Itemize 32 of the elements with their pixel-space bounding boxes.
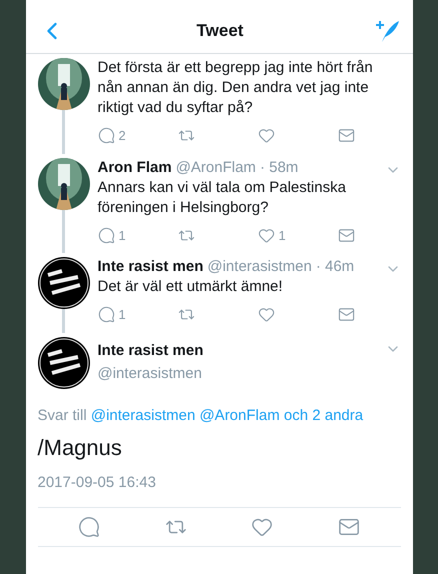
message-icon[interactable] [338,127,354,144]
reply-icon[interactable] [78,516,100,538]
reply-context: Svar till @interasistmen @AronFlam och 2 andra [38,406,364,426]
reply-icon[interactable] [98,306,114,324]
author-name: Aron Flam [98,158,172,178]
reply-count: 1 [118,226,126,244]
avatar-icon [38,336,90,388]
tweet-text: Det första är ett begrepp jag inte hört från nån annan än dig. Den andra vet jag inte riktigt vad du syftar på? [98,58,374,118]
tweet-time: · 46m [316,257,354,277]
page-title: Tweet [196,20,244,42]
tweet-date: 2017-09-05 16:43 [38,472,400,508]
mention-link[interactable]: @interasistmen @AronFlam och 2 andra [90,406,364,424]
tweet-text: Annars kan vi väl tala om Palestinska föreningen i Helsingborg? [98,178,347,218]
reply-count: 2 [118,127,126,145]
author-name: Inte rasist men [98,257,204,277]
author-handle: @AronFlam [176,158,256,178]
author-handle: @interasistmen [98,364,203,384]
tweet-text: /Magnus [38,434,123,462]
like-icon[interactable] [258,226,274,244]
message-icon[interactable] [338,306,354,324]
tweet-text: Det är väl ett utmärkt ämne! [98,277,284,297]
reply-icon[interactable] [98,127,114,144]
like-icon[interactable] [258,306,274,324]
like-count: 1 [278,226,286,244]
author-name: Inte rasist men [98,341,204,361]
avatar-icon [38,257,90,309]
message-icon[interactable] [338,226,354,244]
tweet-time: · 58m [260,158,298,178]
author-handle: @interasistmen [207,257,312,277]
reply-count: 1 [118,306,126,324]
reply-icon[interactable] [98,226,114,244]
like-icon[interactable] [258,127,274,144]
